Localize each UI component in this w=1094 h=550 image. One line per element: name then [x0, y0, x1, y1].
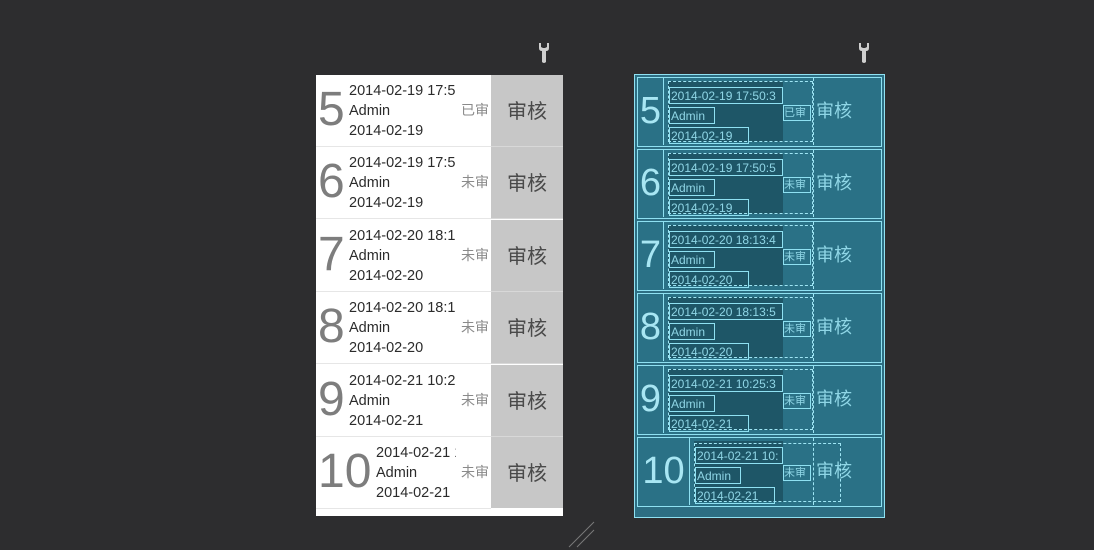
blueprint-row-number: 10	[638, 438, 690, 505]
row-datetime: 2014-02-20 18:13:5	[349, 300, 455, 316]
row-date: 2014-02-20	[349, 340, 424, 356]
blueprint-row-number: 9	[638, 366, 664, 433]
blueprint-review-button[interactable]: 审核	[814, 438, 881, 505]
row-text: 2014-02-20 18:13:4 Admin 2014-02-20	[349, 226, 455, 286]
row-text: 2014-02-21 10:25:3 Admin 2014-02-21	[349, 371, 455, 431]
blueprint-row-number: 5	[638, 78, 664, 145]
blueprint-list-item[interactable]: 7 2014-02-20 18:13:4 Admin 2014-02-20 未审…	[637, 221, 882, 291]
row-date: 2014-02-19	[349, 123, 424, 139]
row-datetime: 2014-02-19 17:50:5	[349, 155, 455, 171]
row-number: 6	[318, 155, 345, 208]
blueprint-text-bounds	[668, 297, 813, 358]
row-user: Admin	[349, 248, 391, 264]
blueprint-row-number: 8	[638, 294, 664, 361]
row-datetime: 2014-02-21 10:	[376, 445, 456, 461]
review-button[interactable]: 审核	[491, 292, 563, 364]
status-label: 未审	[461, 465, 489, 481]
list-item[interactable]: 7 2014-02-20 18:13:4 Admin 2014-02-20 未审…	[316, 220, 563, 292]
row-text: 2014-02-20 18:13:5 Admin 2014-02-20	[349, 298, 455, 358]
list-bottom-spacer	[491, 508, 563, 516]
status-label: 未审	[461, 175, 489, 191]
row-text: 2014-02-21 10: Admin 2014-02-21	[376, 443, 456, 503]
list-item[interactable]: 10 2014-02-21 10: Admin 2014-02-21 未审 审核	[316, 437, 563, 509]
row-number: 10	[318, 445, 372, 498]
blueprint-list-item[interactable]: 8 2014-02-20 18:13:5 Admin 2014-02-20 未审…	[637, 293, 882, 363]
blueprint-list-item[interactable]: 6 2014-02-19 17:50:5 Admin 2014-02-19 未审…	[637, 149, 882, 219]
list-item[interactable]: 6 2014-02-19 17:50:5 Admin 2014-02-19 未审…	[316, 147, 563, 219]
blueprint-row-number: 7	[638, 222, 664, 289]
status-label: 未审	[461, 320, 489, 336]
blueprint-list-item[interactable]: 10 2014-02-21 10: Admin 2014-02-21 未审 审核	[637, 437, 882, 507]
row-user: Admin	[376, 465, 418, 481]
review-button[interactable]: 审核	[491, 220, 563, 292]
row-datetime: 2014-02-20 18:13:4	[349, 228, 455, 244]
row-number: 8	[318, 300, 345, 353]
blueprint-row-number: 6	[638, 150, 664, 217]
blueprint-text-bounds	[668, 81, 813, 142]
blueprint-list-item[interactable]: 5 2014-02-19 17:50:3 Admin 2014-02-19 已审…	[637, 77, 882, 147]
blueprint-review-button[interactable]: 审核	[814, 150, 881, 217]
row-number: 9	[318, 373, 345, 426]
row-user: Admin	[349, 103, 391, 119]
layout-editor-canvas: 5 2014-02-19 17:50:3 Admin 2014-02-19 已审…	[0, 0, 1094, 550]
blueprint-review-button[interactable]: 审核	[814, 366, 881, 433]
resize-handle-icon[interactable]	[567, 520, 597, 550]
row-user: Admin	[349, 320, 391, 336]
blueprint-review-button[interactable]: 审核	[814, 222, 881, 289]
blueprint-text-bounds	[668, 225, 813, 286]
blueprint-text-bounds	[668, 153, 813, 214]
row-text: 2014-02-19 17:50:5 Admin 2014-02-19	[349, 153, 455, 213]
blueprint-list-item[interactable]: 9 2014-02-21 10:25:3 Admin 2014-02-21 未审…	[637, 365, 882, 435]
blueprint-preview-panel: 5 2014-02-19 17:50:3 Admin 2014-02-19 已审…	[634, 74, 885, 518]
review-button[interactable]: 审核	[491, 365, 563, 437]
row-user: Admin	[349, 175, 391, 191]
blueprint-review-button[interactable]: 审核	[814, 294, 881, 361]
row-number: 7	[318, 228, 345, 281]
status-label: 未审	[461, 393, 489, 409]
wrench-icon[interactable]	[537, 42, 551, 64]
row-datetime: 2014-02-19 17:50:3	[349, 83, 455, 99]
row-datetime: 2014-02-21 10:25:3	[349, 373, 455, 389]
review-button[interactable]: 审核	[491, 437, 563, 509]
design-preview-panel: 5 2014-02-19 17:50:3 Admin 2014-02-19 已审…	[316, 75, 563, 516]
list-item[interactable]: 5 2014-02-19 17:50:3 Admin 2014-02-19 已审…	[316, 75, 563, 147]
list-item[interactable]: 8 2014-02-20 18:13:5 Admin 2014-02-20 未审…	[316, 292, 563, 364]
blueprint-review-button[interactable]: 审核	[814, 78, 881, 145]
row-text: 2014-02-19 17:50:3 Admin 2014-02-19	[349, 81, 455, 141]
row-number: 5	[318, 83, 345, 136]
review-button[interactable]: 审核	[491, 147, 563, 219]
review-button[interactable]: 审核	[491, 75, 563, 147]
row-user: Admin	[349, 393, 391, 409]
wrench-icon[interactable]	[857, 42, 871, 64]
status-label: 未审	[461, 248, 489, 264]
row-date: 2014-02-21	[349, 413, 424, 429]
status-label: 已审	[461, 103, 489, 119]
list-item[interactable]: 9 2014-02-21 10:25:3 Admin 2014-02-21 未审…	[316, 365, 563, 437]
row-date: 2014-02-20	[349, 268, 424, 284]
blueprint-text-bounds	[668, 369, 813, 430]
row-date: 2014-02-19	[349, 195, 424, 211]
row-date: 2014-02-21	[376, 485, 451, 501]
